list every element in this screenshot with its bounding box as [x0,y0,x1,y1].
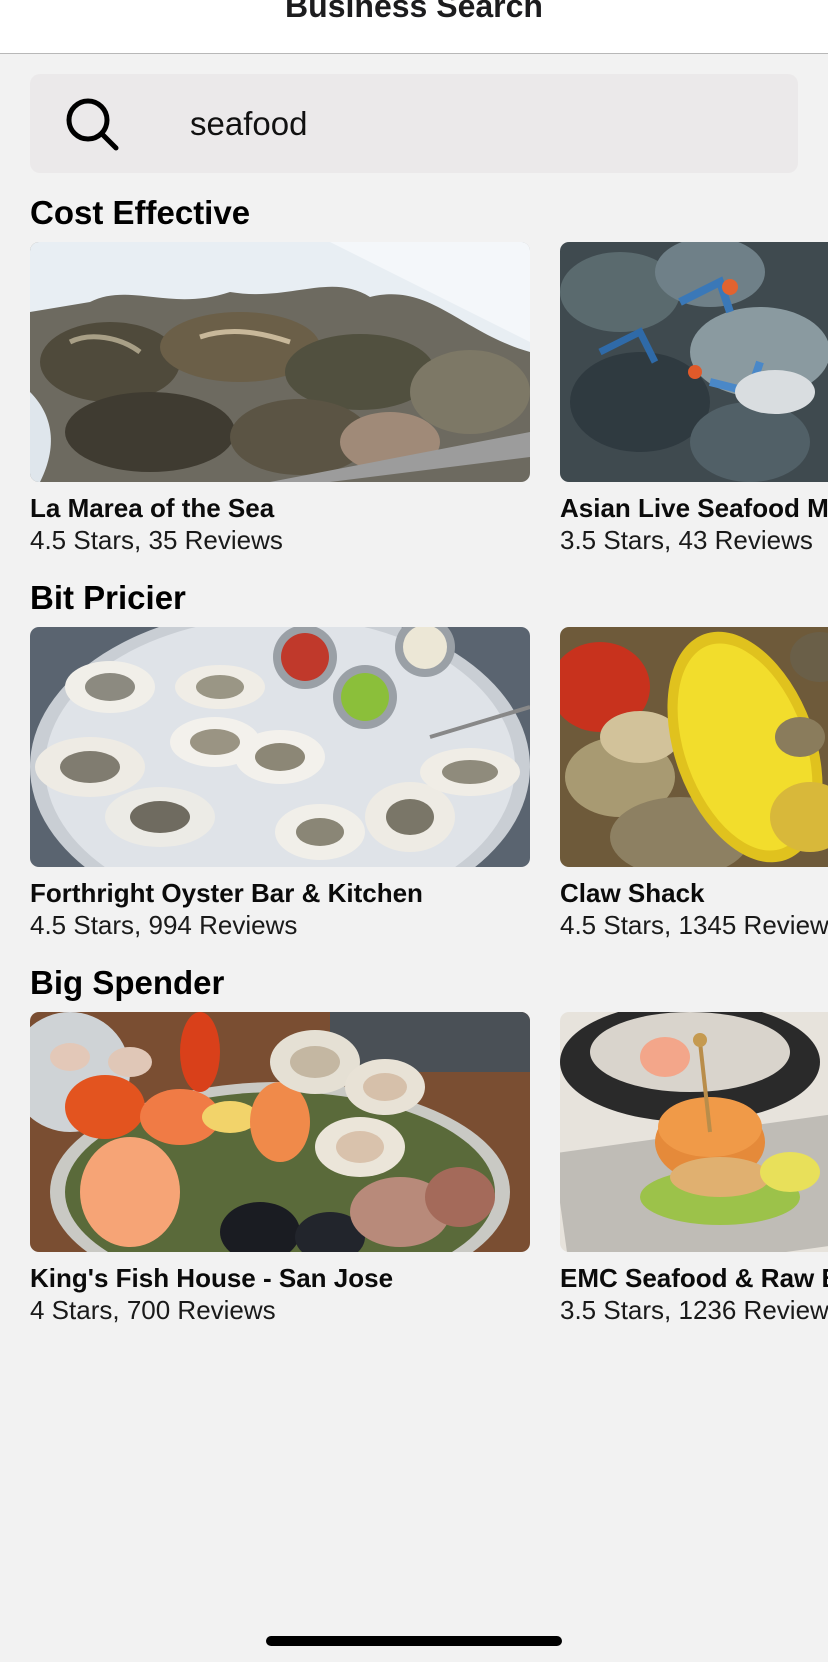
business-name: Claw Shack [560,878,705,908]
business-name: EMC Seafood & Raw B [560,1263,828,1293]
blue-crabs-photo [560,242,828,482]
business-rating: 4.5 Stars, 994 Reviews [30,910,298,940]
section-title: Bit Pricier [30,579,186,616]
business-name: Forthright Oyster Bar & Kitchen [30,878,423,908]
oysters-on-ice-photo [30,242,530,482]
business-rating: 4.5 Stars, 35 Reviews [30,525,283,555]
business-name: King's Fish House - San Jose [30,1263,394,1293]
navigation-bar: Business Search [0,0,828,54]
search-input[interactable] [190,74,770,173]
business-name: La Marea of the Sea [30,493,275,523]
search-icon [64,96,120,152]
home-indicator[interactable] [266,1636,562,1646]
seafood-tower-photo [30,1012,530,1252]
search-bar[interactable] [30,74,798,173]
crawfish-corn-boil-photo [560,627,828,867]
oyster-platter-photo [30,627,530,867]
section-title: Big Spender [30,964,225,1001]
business-rating: 4.5 Stars, 1345 Review [560,910,828,940]
business-rating: 3.5 Stars, 1236 Review [560,1295,828,1325]
slider-burger-photo [560,1012,828,1252]
business-name: Asian Live Seafood M [560,493,828,523]
business-rating: 4 Stars, 700 Reviews [30,1295,276,1325]
page-title: Business Search [285,0,543,24]
business-rating: 3.5 Stars, 43 Reviews [560,525,813,555]
section-title: Cost Effective [30,194,251,231]
